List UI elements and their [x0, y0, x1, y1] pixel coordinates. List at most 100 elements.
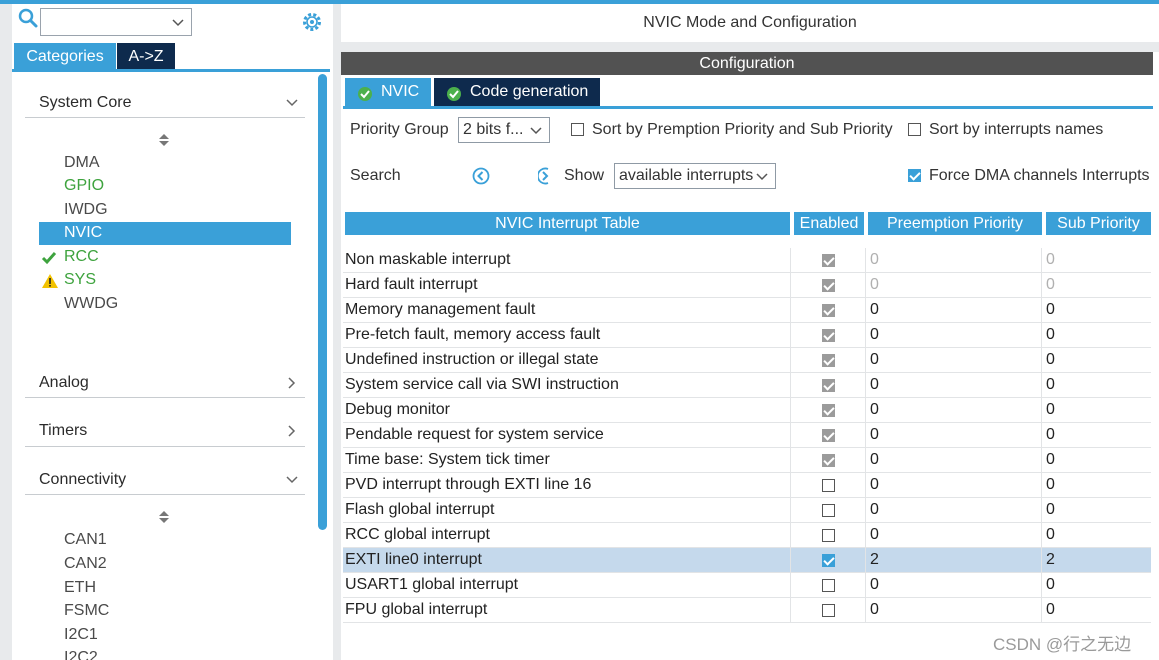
column-divider — [865, 548, 866, 572]
tree-item-gpio[interactable]: GPIO — [39, 175, 291, 198]
tree-item-can1[interactable]: CAN1 — [39, 529, 291, 552]
interrupt-name: EXTI line0 interrupt — [345, 551, 482, 568]
tab-a-to-z[interactable]: A->Z — [117, 43, 175, 70]
table-row[interactable]: Pendable request for system service 0 0 — [343, 423, 1151, 448]
force-dma-checkbox[interactable] — [908, 169, 921, 182]
table-row[interactable]: EXTI line0 interrupt 2 2 — [343, 548, 1151, 573]
tree-item-can2[interactable]: CAN2 — [39, 553, 291, 576]
tree-item-wwdg[interactable]: WWDG — [39, 293, 291, 316]
table-row[interactable]: Flash global interrupt 0 0 — [343, 498, 1151, 523]
preemption-priority-cell[interactable]: 0 — [870, 323, 879, 347]
search-icon[interactable] — [18, 8, 40, 30]
tree-item-fsmc[interactable]: FSMC — [39, 600, 291, 623]
tree-item-i2c2[interactable]: I2C2 — [39, 647, 291, 660]
tree-item-sys[interactable]: SYS — [39, 269, 291, 292]
preemption-priority-cell[interactable]: 0 — [870, 498, 879, 522]
tree-scrollbar[interactable] — [318, 74, 327, 530]
gear-icon[interactable] — [301, 11, 323, 33]
table-row[interactable]: Undefined instruction or illegal state 0 0 — [343, 348, 1151, 373]
enabled-checkbox[interactable] — [822, 504, 835, 517]
search-input[interactable] — [40, 8, 192, 36]
enabled-checkbox[interactable] — [822, 529, 835, 542]
enabled-checkbox[interactable] — [822, 479, 835, 492]
preemption-priority-cell[interactable]: 0 — [870, 423, 879, 447]
enabled-checkbox[interactable] — [822, 604, 835, 617]
sort-icon[interactable] — [158, 510, 170, 524]
tree-item-rcc[interactable]: RCC — [39, 246, 291, 269]
sort-icon[interactable] — [158, 133, 170, 147]
sub-priority-cell[interactable]: 0 — [1046, 598, 1055, 622]
tree-item-label: CAN1 — [64, 531, 107, 548]
interrupt-name: Flash global interrupt — [345, 501, 495, 518]
tree-item-label: SYS — [64, 271, 97, 288]
table-row[interactable]: System service call via SWI instruction 0… — [343, 373, 1151, 398]
preemption-priority-cell[interactable]: 0 — [870, 573, 879, 597]
table-row[interactable]: Debug monitor 0 0 — [343, 398, 1151, 423]
sub-priority-cell[interactable]: 0 — [1046, 298, 1055, 322]
sort-names-checkbox[interactable] — [908, 123, 921, 136]
enabled-checkbox — [822, 254, 835, 267]
sub-priority-cell[interactable]: 2 — [1046, 548, 1055, 572]
tree-item-label: WWDG — [64, 295, 119, 312]
tab-nvic[interactable]: NVIC — [345, 78, 431, 106]
preemption-priority-cell[interactable]: 2 — [870, 548, 879, 572]
column-header-enabled[interactable]: Enabled — [794, 212, 864, 235]
column-divider — [1041, 248, 1042, 272]
search-next-icon[interactable] — [536, 167, 552, 185]
table-row[interactable]: USART1 global interrupt 0 0 — [343, 573, 1151, 598]
sub-priority-cell[interactable]: 0 — [1046, 373, 1055, 397]
preemption-priority-cell[interactable]: 0 — [870, 398, 879, 422]
preemption-priority-cell[interactable]: 0 — [870, 598, 879, 622]
sub-priority-cell[interactable]: 0 — [1046, 473, 1055, 497]
preemption-priority-cell[interactable]: 0 — [870, 523, 879, 547]
category-system-core[interactable]: System Core — [39, 94, 305, 118]
tree-item-iwdg[interactable]: IWDG — [39, 199, 291, 222]
preemption-priority-cell[interactable]: 0 — [870, 348, 879, 372]
table-row[interactable]: Memory management fault 0 0 — [343, 298, 1151, 323]
enabled-checkbox[interactable] — [822, 579, 835, 592]
table-row[interactable]: FPU global interrupt 0 0 — [343, 598, 1151, 623]
priority-group-select[interactable]: 2 bits f... — [458, 117, 550, 143]
table-row[interactable]: Hard fault interrupt 0 0 — [343, 273, 1151, 298]
enabled-checkbox[interactable] — [822, 554, 835, 567]
column-divider — [1041, 548, 1042, 572]
tree-item-dma[interactable]: DMA — [39, 152, 291, 175]
table-row[interactable]: Time base: System tick timer 0 0 — [343, 448, 1151, 473]
sub-priority-cell[interactable]: 0 — [1046, 448, 1055, 472]
sub-priority-cell[interactable]: 0 — [1046, 498, 1055, 522]
interrupt-name: Debug monitor — [345, 401, 450, 418]
chevron-down-icon — [755, 169, 769, 183]
tab-code-generation[interactable]: Code generation — [434, 78, 600, 106]
category-connectivity[interactable]: Connectivity — [39, 471, 305, 495]
table-row[interactable]: Pre-fetch fault, memory access fault 0 0 — [343, 323, 1151, 348]
tree-item-nvic[interactable]: NVIC — [39, 222, 291, 245]
category-analog[interactable]: Analog — [39, 374, 305, 398]
column-divider — [1041, 523, 1042, 547]
preemption-priority-cell[interactable]: 0 — [870, 473, 879, 497]
table-row[interactable]: PVD interrupt through EXTI line 16 0 0 — [343, 473, 1151, 498]
preemption-priority-cell[interactable]: 0 — [870, 448, 879, 472]
sub-priority-cell[interactable]: 0 — [1046, 398, 1055, 422]
preemption-priority-cell[interactable]: 0 — [870, 298, 879, 322]
tab-categories[interactable]: Categories — [14, 43, 116, 70]
tree-item-eth[interactable]: ETH — [39, 577, 291, 600]
column-header-sub-priority[interactable]: Sub Priority — [1046, 212, 1151, 235]
column-divider — [1041, 473, 1042, 497]
sub-priority-cell[interactable]: 0 — [1046, 423, 1055, 447]
preemption-priority-cell[interactable]: 0 — [870, 373, 879, 397]
tree-item-i2c1[interactable]: I2C1 — [39, 624, 291, 647]
sub-priority-cell[interactable]: 0 — [1046, 348, 1055, 372]
column-header-interrupt-table[interactable]: NVIC Interrupt Table — [345, 212, 790, 235]
show-select[interactable]: available interrupts — [614, 163, 776, 189]
search-previous-icon[interactable] — [472, 167, 490, 185]
sub-priority-cell[interactable]: 0 — [1046, 573, 1055, 597]
column-header-preemption-priority[interactable]: Preemption Priority — [868, 212, 1042, 235]
panel-splitter[interactable] — [333, 4, 341, 660]
sort-preemption-checkbox[interactable] — [571, 123, 584, 136]
table-row[interactable]: RCC global interrupt 0 0 — [343, 523, 1151, 548]
chevron-right-icon — [285, 376, 299, 390]
table-row[interactable]: Non maskable interrupt 0 0 — [343, 248, 1151, 273]
category-timers[interactable]: Timers — [39, 422, 305, 446]
sub-priority-cell[interactable]: 0 — [1046, 523, 1055, 547]
sub-priority-cell[interactable]: 0 — [1046, 323, 1055, 347]
